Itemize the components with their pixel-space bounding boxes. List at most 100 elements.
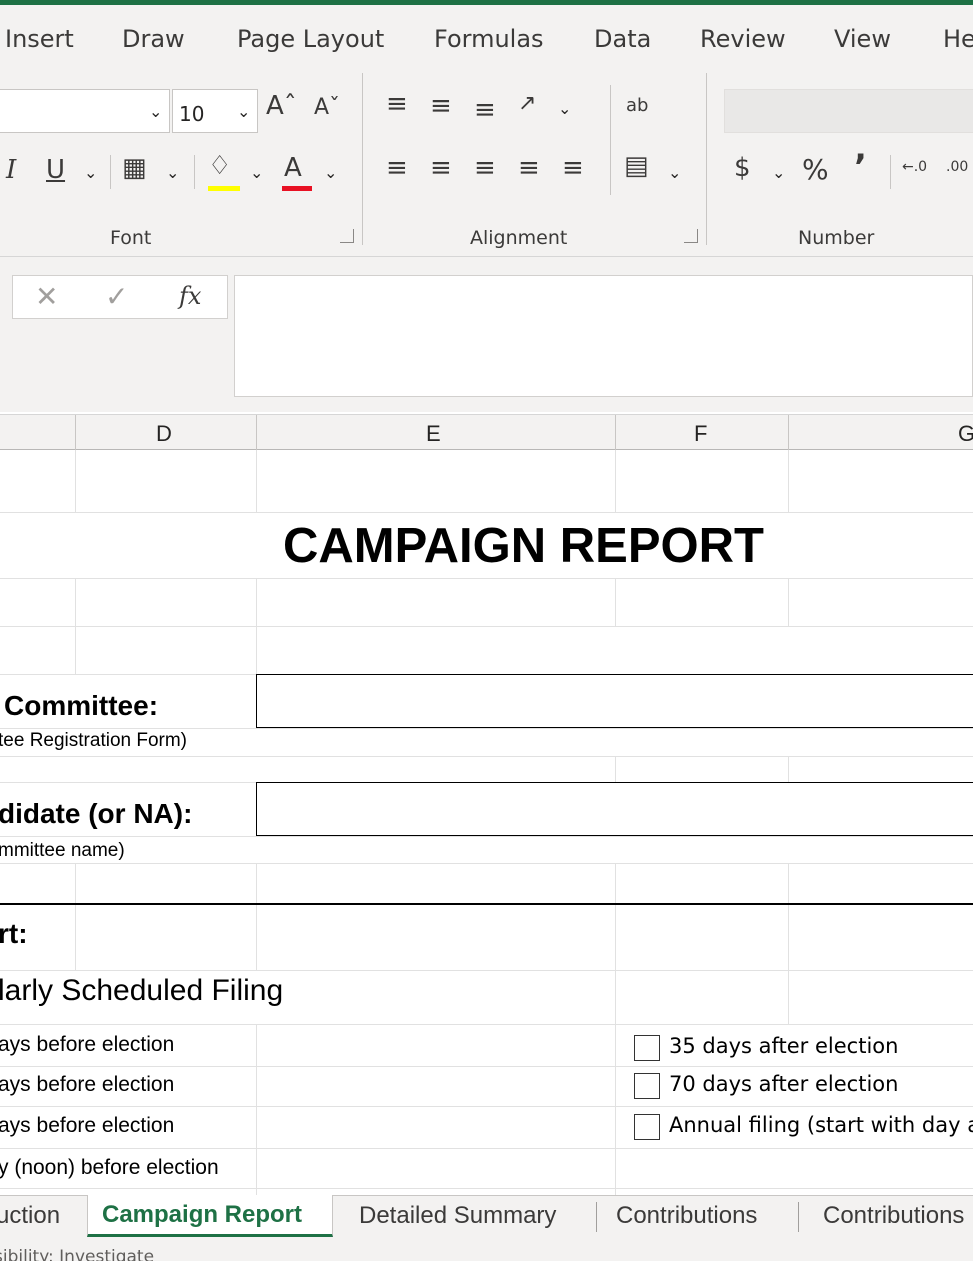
- tab-view[interactable]: View: [834, 25, 891, 53]
- underline-button[interactable]: U: [46, 155, 65, 185]
- align-left-icon[interactable]: ≡: [386, 153, 408, 183]
- column-header-e[interactable]: E: [426, 421, 441, 447]
- gridline: [0, 578, 973, 579]
- cancel-icon[interactable]: ✕: [35, 280, 58, 313]
- gridline: [788, 756, 789, 782]
- font-size-value: 10: [179, 102, 205, 126]
- report-title: CAMPAIGN REPORT: [283, 519, 764, 573]
- number-format-dropdown[interactable]: [724, 89, 973, 133]
- insert-function-icon[interactable]: fx: [179, 282, 201, 310]
- candidate-note: mmittee name): [0, 840, 125, 861]
- orientation-icon[interactable]: ↗: [518, 91, 536, 116]
- gridline: [0, 1148, 973, 1149]
- gridline: [0, 863, 973, 864]
- percent-style-button[interactable]: %: [802, 153, 829, 186]
- gridline: [0, 970, 973, 971]
- gridline: [788, 864, 789, 1024]
- currency-options-chevron[interactable]: ⌄: [772, 163, 785, 182]
- committee-note: tee Registration Form): [0, 730, 188, 751]
- tab-review[interactable]: Review: [700, 25, 786, 53]
- gridline: [0, 836, 973, 837]
- checkbox-35-days[interactable]: [634, 1035, 660, 1061]
- font-name-dropdown[interactable]: ⌄: [0, 89, 170, 133]
- before-election-option: ays before election: [0, 1114, 175, 1137]
- sheet-tab-introduction[interactable]: uction: [0, 1202, 60, 1230]
- gridline: [256, 864, 257, 970]
- italic-button[interactable]: I: [6, 155, 16, 185]
- align-center-icon[interactable]: ≡: [430, 153, 452, 183]
- font-color-button[interactable]: A: [284, 153, 302, 183]
- checkbox-35-days-label: 35 days after election: [669, 1034, 899, 1058]
- increase-decimal-icon[interactable]: ←.0: [902, 159, 927, 175]
- wrap-text-button[interactable]: ab: [626, 95, 648, 116]
- checkbox-annual-filing[interactable]: [634, 1114, 660, 1140]
- tab-formulas[interactable]: Formulas: [434, 25, 544, 53]
- before-election-option: ays before election: [0, 1073, 175, 1096]
- gridline: [788, 578, 789, 626]
- gridline: [0, 1024, 973, 1025]
- fill-color-icon[interactable]: ♢: [208, 151, 231, 181]
- fill-color-chevron[interactable]: ⌄: [250, 163, 263, 182]
- middle-align-icon[interactable]: ≡: [430, 91, 452, 121]
- committee-input-cell[interactable]: [256, 674, 973, 728]
- accessibility-status[interactable]: sibility: Investigate: [0, 1247, 154, 1261]
- increase-font-size-button[interactable]: Aˆ: [266, 91, 297, 121]
- alignment-group-label: Alignment: [470, 227, 568, 249]
- borders-icon[interactable]: ▦: [122, 153, 147, 183]
- font-dialog-launcher[interactable]: [340, 229, 354, 243]
- sheet-tab-detailed-summary[interactable]: Detailed Summary: [359, 1202, 556, 1230]
- currency-format-button[interactable]: $: [734, 153, 751, 183]
- gridline: [0, 512, 973, 513]
- gridline: [615, 756, 616, 782]
- group-divider: [706, 73, 707, 245]
- font-color-chevron[interactable]: ⌄: [324, 163, 337, 182]
- borders-options-chevron[interactable]: ⌄: [166, 163, 179, 182]
- alignment-dialog-launcher[interactable]: [684, 229, 698, 243]
- font-group-label: Font: [110, 227, 152, 249]
- ribbon-tabs: Insert Draw Page Layout Formulas Data Re…: [0, 5, 973, 67]
- tab-insert[interactable]: Insert: [5, 25, 74, 53]
- column-header-d[interactable]: D: [156, 421, 172, 447]
- decrease-font-size-button[interactable]: Aˇ: [314, 95, 340, 120]
- bottom-align-icon[interactable]: ≡: [474, 95, 496, 125]
- checkbox-70-days[interactable]: [634, 1073, 660, 1099]
- merge-center-icon[interactable]: ▤: [624, 151, 649, 181]
- report-type-label: rt:: [0, 918, 28, 949]
- top-align-icon[interactable]: ≡: [386, 89, 408, 119]
- font-size-dropdown[interactable]: 10 ⌄: [172, 89, 258, 133]
- column-header-f[interactable]: F: [694, 421, 707, 447]
- tab-divider: [596, 1202, 597, 1232]
- divider: [110, 155, 111, 189]
- candidate-input-cell[interactable]: [256, 782, 973, 836]
- decrease-indent-icon[interactable]: ≡: [518, 153, 540, 183]
- before-election-option: y (noon) before election: [0, 1156, 219, 1179]
- sheet-tabs: uction Campaign Report Detailed Summary …: [0, 1195, 973, 1241]
- tab-help[interactable]: He: [943, 25, 973, 53]
- tab-draw[interactable]: Draw: [122, 25, 185, 53]
- column-header-g[interactable]: G: [958, 421, 973, 447]
- underline-options-chevron[interactable]: ⌄: [84, 163, 97, 182]
- column-divider: [256, 415, 257, 451]
- align-right-icon[interactable]: ≡: [474, 153, 496, 183]
- merge-options-chevron[interactable]: ⌄: [668, 163, 681, 182]
- regular-filing-heading: larly Scheduled Filing: [0, 974, 284, 1007]
- column-divider: [75, 415, 76, 451]
- comma-style-button[interactable]: ’: [854, 147, 867, 187]
- tab-data[interactable]: Data: [594, 25, 651, 53]
- gridline: [0, 1188, 973, 1189]
- sheet-tab-contributions-2[interactable]: Contributions: [823, 1202, 964, 1230]
- gridline: [75, 450, 76, 512]
- worksheet-grid[interactable]: CAMPAIGN REPORT Committee: tee Registrat…: [0, 450, 973, 1195]
- decrease-decimal-icon[interactable]: .00: [946, 159, 968, 175]
- gridline: [0, 756, 973, 757]
- status-bar: sibility: Investigate: [0, 1241, 973, 1261]
- column-divider: [788, 415, 789, 451]
- formula-input[interactable]: [234, 275, 973, 397]
- enter-icon[interactable]: ✓: [105, 280, 128, 313]
- orientation-chevron[interactable]: ⌄: [558, 99, 571, 118]
- column-divider: [615, 415, 616, 451]
- sheet-tab-contributions[interactable]: Contributions: [616, 1202, 757, 1230]
- increase-indent-icon[interactable]: ≡: [562, 153, 584, 183]
- tab-page-layout[interactable]: Page Layout: [237, 25, 384, 53]
- sheet-tab-campaign-report[interactable]: Campaign Report: [87, 1195, 333, 1237]
